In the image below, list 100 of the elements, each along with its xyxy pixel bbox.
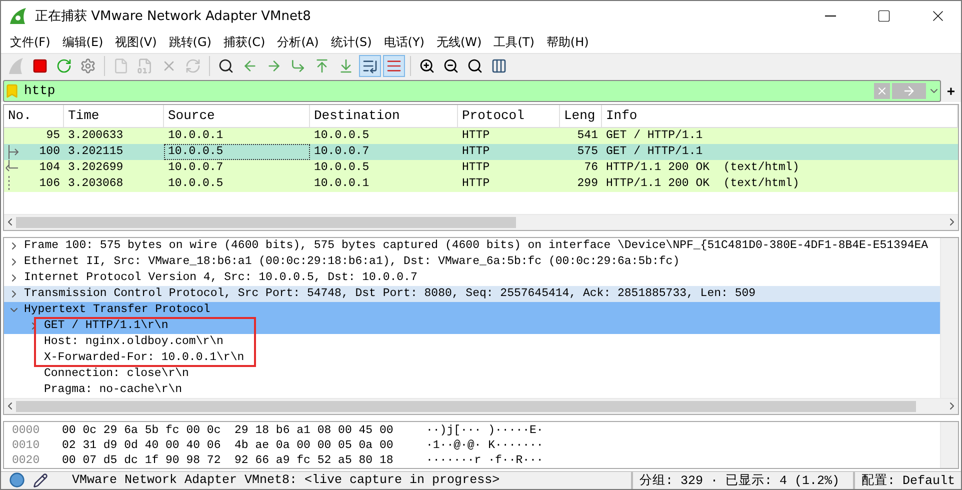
restart-icon — [56, 58, 72, 74]
hex-bytes: 00 07 d5 dc 1f 90 98 72 92 66 a9 fc 52 a5 80 18 — [62, 452, 394, 468]
add-filter-button[interactable]: + — [944, 82, 957, 99]
menu-item[interactable]: 统计(S) — [326, 31, 379, 53]
tree-row[interactable]: Ethernet II, Src: VMware_18:b6:a1 (00:0c:29:18:b6:a1), Dst: VMware_6a:5b:fc (00:0c:29:6a:5b:fc) — [4, 254, 940, 270]
table-cell: 95 — [46, 128, 60, 144]
tree-row[interactable]: Host: nginx.oldboy.com\r\n — [4, 334, 940, 350]
menu-item[interactable]: 跳转(G) — [164, 31, 218, 53]
table-cell-text: 10.0.0.5 — [167, 176, 224, 192]
packet-row[interactable]: 106 3.203068 10.0.0.5 10.0.0.1 HTTP 299 HTTP/1.1 200 OK (text/html) — [4, 176, 958, 192]
display-filter-field[interactable]: http — [20, 83, 874, 98]
tree-row[interactable]: Transmission Control Protocol, Src Port: 54748, Dst Port: 8080, Seq: 2557645414, Ack: 2851885733, Len: 509 — [4, 286, 940, 302]
table-cell-text: 3.202699 — [67, 160, 124, 176]
list-scroll-icon — [362, 58, 378, 74]
table-cell-text: HTTP — [461, 160, 491, 176]
packet-count: 分组: 329 · 已显示: 4 (1.2%) — [631, 472, 846, 489]
table-cell-text: 10.0.0.5 — [313, 160, 370, 176]
colorize-button[interactable] — [383, 55, 405, 78]
arrow-right-icon — [266, 58, 282, 74]
settings-icon — [80, 58, 96, 74]
table-cell-text: 76 — [583, 160, 599, 176]
ascii-bytes: ··)j[··· )·····E· — [426, 422, 544, 438]
maximize-icon — [877, 9, 891, 23]
tree-row[interactable]: Frame 100: 575 bytes on wire (4600 bits), 575 bytes captured (4600 bits) on interface \Device\NPF_{51C481D0-380E-4DF1-8B4E-E51394EA — [4, 238, 940, 254]
menu-item[interactable]: 分析(A) — [272, 31, 326, 53]
tree-row[interactable]: Pragma: no-cache\r\n — [4, 382, 940, 398]
table-cell: 106 — [39, 176, 60, 192]
table-cell-text: HTTP — [461, 144, 491, 160]
column-header[interactable]: Source — [164, 105, 310, 128]
jump-icon — [290, 58, 306, 74]
table-cell: 104 — [39, 160, 60, 176]
menu-item[interactable]: 无线(W) — [431, 31, 489, 53]
table-cell: 100 — [39, 144, 60, 160]
dashed-line-icon — [8, 176, 10, 192]
table-cell-text: 10.0.0.7 — [167, 160, 224, 176]
zoom-reset-icon — [467, 58, 483, 74]
table-cell-text: 3.202115 — [67, 144, 124, 160]
ascii-bytes: ·1··@·@· K······· — [426, 438, 544, 453]
column-header[interactable]: Destination — [310, 105, 458, 128]
apply-button[interactable] — [892, 82, 926, 99]
table-cell-text: 10.0.0.1 — [313, 176, 370, 192]
minimize-icon — [824, 15, 836, 17]
vertical-scrollbar[interactable] — [940, 238, 958, 398]
bookmark-icon[interactable] — [4, 82, 20, 99]
packet-row[interactable]: 95 3.200633 10.0.0.1 10.0.0.5 HTTP 541 GET / HTTP/1.1 — [4, 128, 958, 144]
tree-row[interactable]: GET / HTTP/1.1\r\n — [4, 318, 940, 334]
column-header[interactable]: Time — [64, 105, 164, 128]
shark-fin-icon — [9, 7, 27, 25]
table-cell-text: 3.203068 — [67, 176, 124, 192]
menu-item[interactable]: 捕获(C) — [218, 31, 272, 53]
menu-item[interactable]: 文件(F) — [5, 31, 58, 53]
menu-item[interactable]: 工具(T) — [488, 31, 542, 53]
hex-bytes: 00 0c 29 6a 5b fc 00 0c 29 18 b6 a1 08 00 45 00 — [62, 422, 394, 438]
column-header[interactable]: Protocol — [458, 105, 560, 128]
column-header[interactable]: Leng — [560, 105, 602, 128]
byte-offset: 0010 — [12, 438, 41, 453]
menu-item[interactable]: 视图(V) — [110, 31, 164, 53]
table-cell-text: 575 — [576, 144, 599, 160]
byte-offset: 0020 — [12, 452, 41, 468]
hex-bytes: 02 31 d9 0d 40 00 40 06 4b ae 0a 00 00 05 0a 00 — [62, 438, 394, 453]
tree-row[interactable]: Internet Protocol Version 4, Src: 10.0.0.5, Dst: 10.0.0.7 — [4, 270, 940, 286]
table-cell-text: 10.0.0.7 — [313, 144, 370, 160]
tree-row[interactable]: Hypertext Transfer Protocol — [4, 302, 940, 318]
file-icon — [113, 58, 129, 74]
table-cell-text: 299 — [576, 176, 599, 192]
filter-field[interactable]: http — [3, 80, 941, 102]
column-header[interactable]: Info — [602, 105, 958, 128]
menu-item[interactable]: 编辑(E) — [57, 31, 110, 53]
tree-row[interactable]: X-Forwarded-For: 10.0.0.1\r\n — [4, 350, 940, 366]
table-cell-text: 10.0.0.1 — [167, 128, 224, 144]
horizontal-scrollbar[interactable] — [4, 214, 958, 230]
packet-row[interactable]: 104 3.202699 10.0.0.7 10.0.0.5 HTTP 76 HTTP/1.1 200 OK (text/html) — [4, 160, 958, 176]
edit-icon[interactable] — [33, 472, 48, 488]
table-cell-text: HTTP — [461, 176, 491, 192]
window-title: 正在捕获 VMware Network Adapter VMnet8 — [35, 8, 312, 25]
byte-offset: 0000 — [12, 422, 41, 438]
arrow-up-icon — [314, 58, 330, 74]
horizontal-scrollbar[interactable] — [4, 398, 958, 414]
search-icon — [218, 58, 234, 74]
shark-fin-icon — [7, 57, 25, 76]
menu-item[interactable]: 电话(Y) — [378, 31, 432, 53]
status-circle-icon[interactable] — [9, 472, 25, 488]
autoscroll-button[interactable] — [359, 55, 381, 78]
binary-file-icon — [137, 58, 153, 74]
ascii-bytes: ·······r ·f··R··· — [426, 452, 544, 468]
lines-icon — [386, 58, 402, 74]
vertical-scrollbar[interactable] — [940, 422, 958, 468]
profile-label[interactable]: 配置: Default — [853, 472, 961, 489]
table-cell: 10.0.0.5 — [164, 144, 310, 160]
table-cell-text: HTTP — [461, 128, 491, 144]
stop-icon — [32, 58, 48, 74]
table-cell-text: GET / HTTP/1.1 — [605, 128, 704, 144]
packet-row[interactable]: 100 3.202115 10.0.0.5 10.0.0.7 HTTP 575 GET / HTTP/1.1 — [4, 144, 958, 160]
capture-status: VMware Network Adapter VMnet8: <live capture in progress> — [71, 473, 501, 488]
zoom-in-icon — [419, 58, 435, 74]
table-cell-text: 541 — [576, 128, 599, 144]
tree-row[interactable]: Connection: close\r\n — [4, 366, 940, 382]
menu-item[interactable]: 帮助(H) — [541, 31, 596, 53]
clear-button[interactable] — [874, 82, 890, 99]
column-header[interactable]: No. — [4, 105, 64, 128]
